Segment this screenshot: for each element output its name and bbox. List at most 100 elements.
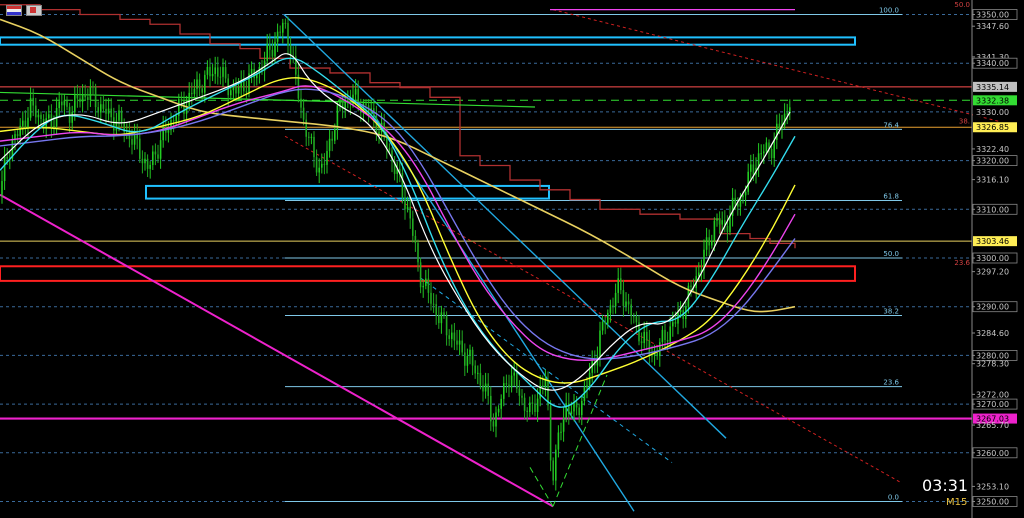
candle-body (269, 44, 271, 50)
candle-body (136, 134, 138, 139)
candle-body (474, 365, 476, 374)
zone-layer (0, 36, 856, 282)
axis-tick-label: 3310.00 (976, 205, 1009, 214)
candle-body (159, 140, 162, 159)
green-dash-up (552, 374, 608, 507)
candle-body (750, 164, 752, 172)
candle-body (487, 383, 489, 396)
candle-body (133, 134, 136, 145)
candle-body (469, 349, 471, 356)
candle-body (250, 68, 253, 74)
candle-body (167, 130, 170, 133)
candle-body (586, 385, 588, 388)
candle-body (705, 237, 708, 250)
flag-icon[interactable] (6, 5, 22, 16)
candle-body (266, 44, 268, 61)
candle-body (734, 197, 736, 204)
candle-body (708, 237, 710, 246)
fibonacci-layer: 100.0 76.4 61.8 50.0 38.2 23.6 0.0 50.0 38. 23.6 (285, 1, 971, 502)
candle-body (448, 335, 450, 339)
candle-body (526, 410, 528, 413)
candle-body (414, 235, 417, 244)
price-tag: 3332.38 (976, 96, 1009, 105)
candle-body (157, 154, 159, 159)
candle-body (412, 218, 414, 236)
candle-body (196, 79, 198, 89)
candle-body (63, 100, 66, 106)
candle-body (635, 316, 638, 323)
candle-body (438, 315, 440, 324)
candle-body (388, 148, 391, 151)
candle-body (235, 85, 237, 94)
candle-body (503, 383, 505, 399)
axis-tick-label: 3347.60 (976, 22, 1009, 31)
fib-extra-label: 38. (959, 118, 970, 126)
candle-body (643, 331, 645, 344)
candle-body (557, 432, 560, 450)
candle-body (417, 243, 419, 263)
candle-body (565, 403, 567, 418)
candle-body (601, 321, 604, 331)
candle-body (310, 136, 313, 138)
candle-body (180, 99, 183, 101)
candle-body (760, 153, 762, 155)
fib-level-label: 23.6 (883, 379, 899, 387)
candle-body (113, 117, 115, 131)
candle-body (432, 303, 435, 305)
candle-body (453, 332, 456, 341)
candle-body (542, 385, 544, 387)
axis-tick-label: 3253.10 (976, 482, 1009, 491)
flag-icon-2[interactable] (26, 5, 42, 16)
candle-body (581, 400, 583, 416)
candle-body (604, 321, 606, 324)
candle-body (146, 158, 149, 169)
candle-body (451, 332, 453, 339)
candle-body (97, 107, 99, 113)
candle-body (237, 87, 240, 94)
candle-body (230, 90, 232, 96)
candle-body (575, 402, 578, 408)
candle-body (404, 197, 406, 210)
candle-body (562, 417, 565, 432)
candle-body (482, 385, 484, 392)
candle-body (27, 117, 29, 129)
candle-body (726, 225, 729, 233)
candle-body (456, 340, 458, 345)
candle-body (599, 330, 601, 357)
candle-body (79, 98, 81, 102)
price-axis: 3350.003347.603341.303340.003335.143332.… (971, 0, 1018, 518)
bar-countdown: 03:31 (922, 476, 969, 495)
candle-body (770, 149, 773, 159)
candle-body (149, 164, 151, 169)
candle-body (284, 22, 287, 24)
candle-body (66, 100, 68, 107)
candle-body (422, 285, 424, 288)
candle-body (22, 120, 24, 126)
candle-body (191, 92, 193, 95)
price-tag: 3330.00 (976, 108, 1009, 117)
candle-body (188, 92, 190, 107)
candle-body (747, 171, 749, 192)
candle-body (614, 292, 617, 307)
candle-body (279, 31, 281, 33)
candle-body (521, 395, 523, 398)
timeframe-label: M15 (946, 497, 968, 508)
candle-body (440, 312, 443, 324)
candle-body (305, 119, 307, 137)
candle-body (435, 304, 437, 316)
candle-body (500, 398, 502, 409)
axis-tick-label: 3322.40 (976, 145, 1009, 154)
candle-body (484, 383, 487, 392)
red-dash-long (552, 9, 1001, 123)
candle-body (497, 408, 500, 413)
candle-body (87, 97, 89, 101)
price-chart[interactable]: 100.076.461.850.038.223.60.050.038.23.6 … (0, 0, 1024, 518)
axis-tick-label: 3272.00 (976, 390, 1009, 399)
candle-body (516, 372, 518, 389)
axis-tick-label: 3278.30 (976, 360, 1009, 369)
candle-body (578, 407, 580, 416)
candle-body (214, 67, 216, 74)
blue-channel-upper (283, 13, 727, 439)
candle-body (778, 123, 781, 129)
candle-body (315, 157, 318, 173)
